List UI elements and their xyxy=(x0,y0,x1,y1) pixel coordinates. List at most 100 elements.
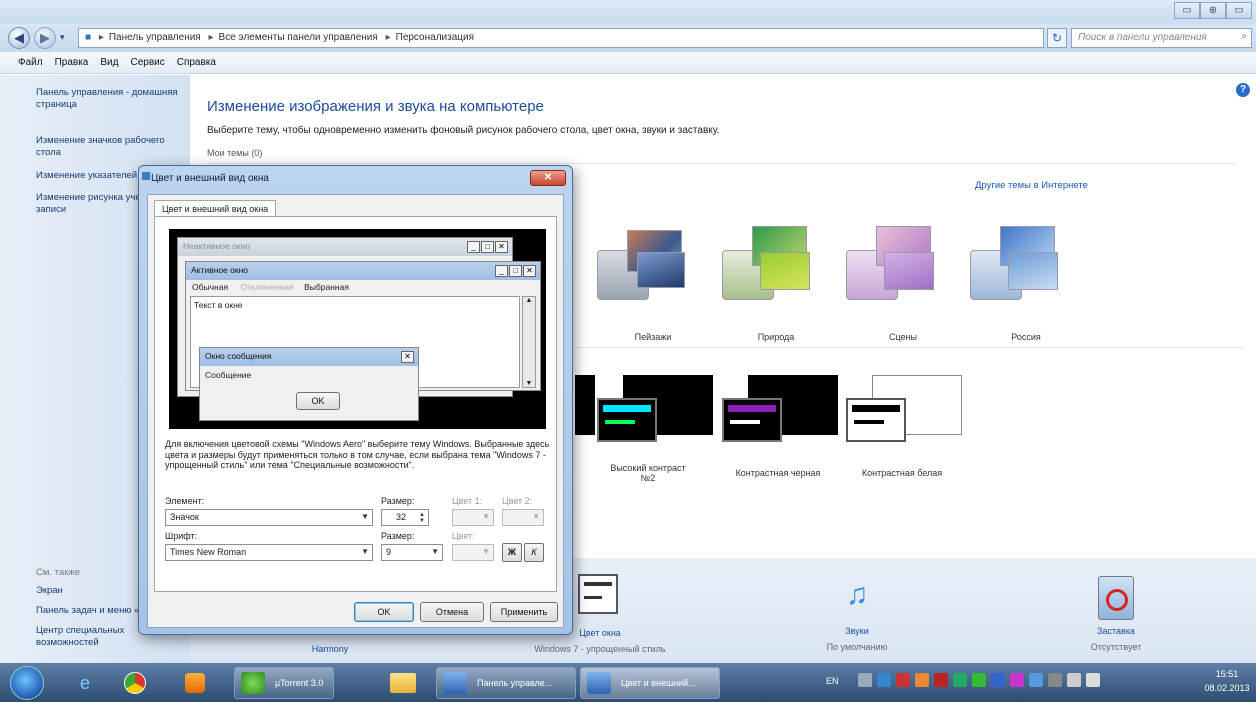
media-player-icon[interactable] xyxy=(180,668,210,698)
forward-button[interactable]: ▶ xyxy=(34,27,56,49)
menu-bar: Файл Правка Вид Сервис Справка xyxy=(0,52,1256,74)
tray-icon-10[interactable] xyxy=(1029,673,1043,687)
close-button[interactable]: ▭ xyxy=(1226,2,1252,19)
element-size-spinner[interactable]: 32 ▲ ▼ xyxy=(381,509,429,526)
font-color-picker[interactable]: ▼ xyxy=(452,544,494,561)
minimize-button[interactable]: ▭ xyxy=(1174,2,1200,19)
font-size-select[interactable]: 9 ▼ xyxy=(381,544,443,561)
search-placeholder: Поиск в панели управления xyxy=(1078,32,1207,43)
maximize-button[interactable]: ⊕ xyxy=(1200,2,1226,19)
breadcrumb-all-items[interactable]: Все элементы панели управления xyxy=(219,32,378,43)
spinner-arrows-icon[interactable]: ▲ ▼ xyxy=(419,512,425,524)
font-select-value: Times New Roman xyxy=(170,547,247,557)
screensaver-value: Отсутствует xyxy=(1090,642,1142,652)
task-window-color[interactable]: Цвет и внешний... xyxy=(580,667,720,699)
address-row: ◀ ▶ ▾ ■ ▸ Панель управления ▸ Все элементы… xyxy=(0,24,1256,52)
tray-icon-9[interactable] xyxy=(1010,673,1024,687)
search-icon[interactable]: ⌕ xyxy=(1241,31,1247,42)
clock-time: 15:51 xyxy=(1215,669,1239,679)
no-screensaver-icon xyxy=(1106,589,1128,611)
tray-icon-6[interactable] xyxy=(953,673,967,687)
dialog-description: Для включения цветовой схемы "Windows Ae… xyxy=(165,439,550,470)
tray-icon-7[interactable] xyxy=(972,673,986,687)
desktop-background-label[interactable]: Harmony xyxy=(280,644,380,654)
refresh-icon[interactable]: ↻ xyxy=(1047,28,1067,48)
theme-russia-label: Россия xyxy=(1011,332,1041,342)
window-color-icon[interactable] xyxy=(578,574,618,614)
menu-help[interactable]: Справка xyxy=(171,52,222,68)
search-input[interactable]: Поиск в панели управления ⌕ xyxy=(1071,28,1252,48)
font-size-dropdown-icon: ▼ xyxy=(431,547,439,556)
color2-picker[interactable]: ▼ xyxy=(502,509,544,526)
system-tray xyxy=(858,673,1100,687)
tray-icon-2[interactable] xyxy=(877,673,891,687)
menu-edit[interactable]: Правка xyxy=(49,52,95,68)
recent-pages-icon[interactable]: ▾ xyxy=(60,32,65,43)
online-themes-link[interactable]: Другие темы в Интернете xyxy=(975,180,1088,191)
theme-russia[interactable] xyxy=(970,222,1070,322)
address-bar[interactable]: ■ ▸ Панель управления ▸ Все элементы панел… xyxy=(78,28,1044,48)
back-button[interactable]: ◀ xyxy=(8,27,30,49)
theme-landscapes[interactable] xyxy=(597,222,697,322)
dialog-title: Цвет и внешний вид окна xyxy=(151,173,269,184)
tray-icon-5[interactable] xyxy=(934,673,948,687)
dialog-close-button[interactable]: ✕ xyxy=(530,170,566,186)
explorer-icon[interactable] xyxy=(388,668,418,698)
theme-scenes[interactable] xyxy=(846,222,946,322)
sounds-icon[interactable]: ♫ xyxy=(835,578,879,618)
hcw-title-bar xyxy=(852,405,900,412)
tray-icon-3[interactable] xyxy=(896,673,910,687)
preview-message-box: Окно сообщения ✕ Сообщение OK xyxy=(199,347,419,421)
help-icon[interactable]: ? xyxy=(1236,83,1250,97)
control-panel-icon: ■ xyxy=(85,32,92,43)
tray-icon-11[interactable] xyxy=(1048,673,1062,687)
theme-basic-partial[interactable] xyxy=(575,375,595,435)
font-color-dropdown-icon: ▼ xyxy=(482,547,490,556)
screensaver-icon[interactable] xyxy=(1098,576,1134,620)
chrome-icon[interactable] xyxy=(120,668,150,698)
breadcrumb-control-panel[interactable]: Панель управления xyxy=(109,32,201,43)
my-themes-label: Мои темы (0) xyxy=(207,148,263,158)
nav-desktop-icons-link[interactable]: Изменение значков рабочего стола xyxy=(36,135,186,159)
sounds-value: По умолчанию xyxy=(826,642,888,652)
volume-icon[interactable] xyxy=(1086,673,1100,687)
menu-view[interactable]: Вид xyxy=(94,52,124,68)
language-indicator[interactable]: EN xyxy=(826,676,839,686)
italic-button[interactable]: К xyxy=(524,543,544,562)
breadcrumb-personalization[interactable]: Персонализация xyxy=(396,32,474,43)
start-button[interactable] xyxy=(10,666,44,700)
menu-file[interactable]: Файл xyxy=(0,52,49,68)
apply-button[interactable]: Применить xyxy=(490,602,558,622)
color2-label: Цвет 2: xyxy=(502,496,533,506)
color2-dropdown-icon: ▼ xyxy=(532,512,540,521)
control-panel-task-icon xyxy=(443,672,467,694)
task-control-panel[interactable]: Панель управле... xyxy=(436,667,576,699)
bold-button[interactable]: Ж xyxy=(502,543,522,562)
clock[interactable]: 15:51 08.02.2013 xyxy=(1200,667,1254,695)
menu-tools[interactable]: Сервис xyxy=(124,52,170,68)
font-color-label: Цвет: xyxy=(452,531,475,541)
appearance-preview[interactable]: Неактивное окно _ □ ✕ Активное окно _ □ ✕ Об… xyxy=(169,229,546,429)
tray-icon-8[interactable] xyxy=(991,673,1005,687)
theme-nature-image2 xyxy=(760,252,810,290)
cancel-button[interactable]: Отмена xyxy=(420,602,484,622)
tray-icon-1[interactable] xyxy=(858,673,872,687)
font-select[interactable]: Times New Roman ▼ xyxy=(165,544,373,561)
tray-icon-4[interactable] xyxy=(915,673,929,687)
color1-dropdown-icon: ▼ xyxy=(482,512,490,521)
sounds-label[interactable]: Звуки xyxy=(807,626,907,636)
element-select[interactable]: Значок ▼ xyxy=(165,509,373,526)
font-size-value: 9 xyxy=(386,547,392,557)
network-icon[interactable] xyxy=(1067,673,1081,687)
ok-button[interactable]: OK xyxy=(354,602,414,622)
font-dropdown-icon: ▼ xyxy=(361,547,369,556)
theme-nature[interactable] xyxy=(722,222,822,322)
task-utorrent[interactable]: µTorrent 3.0 xyxy=(234,667,334,699)
task-utorrent-label: µTorrent 3.0 xyxy=(275,678,324,688)
preview-active-title: Активное окно xyxy=(191,265,249,275)
tab-window-color[interactable]: Цвет и внешний вид окна xyxy=(154,200,277,217)
nav-home-link[interactable]: Панель управления - домашняя страница xyxy=(36,87,186,111)
screensaver-label[interactable]: Заставка xyxy=(1066,626,1166,636)
color1-picker[interactable]: ▼ xyxy=(452,509,494,526)
ie-icon[interactable]: e xyxy=(70,668,100,698)
